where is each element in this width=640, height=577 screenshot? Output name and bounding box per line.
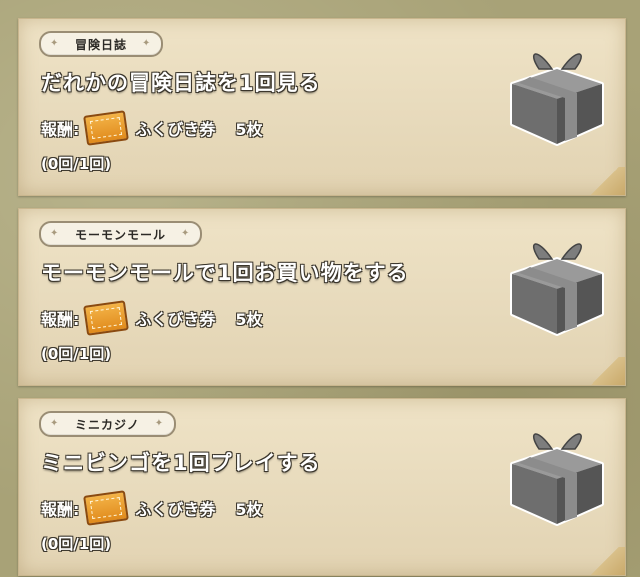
reward-row: 報酬: ふくびき券 5枚 — [41, 490, 263, 526]
gift-box-icon — [510, 243, 604, 336]
mission-card[interactable]: ✦ 冒険日誌 ✦ だれかの冒険日誌を1回見る 報酬: ふくびき券 5枚 (0回/… — [18, 18, 626, 196]
lottery-ticket-icon — [83, 110, 130, 146]
category-tag: ✦ モーモンモール ✦ — [39, 221, 203, 247]
mission-progress: (0回/1回) — [41, 535, 112, 553]
mission-card[interactable]: ✦ モーモンモール ✦ モーモンモールで1回お買い物をする 報酬: ふくびき券 … — [18, 208, 626, 386]
category-tag: ✦ ミニカジノ ✦ — [39, 411, 176, 437]
tag-ornament-icon: ✦ — [142, 38, 151, 49]
reward-item: ふくびき券 — [135, 120, 216, 139]
tag-ornament-icon: ✦ — [181, 228, 190, 239]
tag-ornament-icon: ✦ — [50, 38, 59, 49]
tag-ornament-icon: ✦ — [50, 418, 59, 429]
category-label: ミニカジノ — [75, 417, 140, 432]
category-label: モーモンモール — [75, 227, 167, 242]
mission-progress: (0回/1回) — [41, 345, 112, 363]
lottery-ticket-icon — [83, 300, 130, 336]
gift-box-icon — [510, 53, 604, 146]
reward-row: 報酬: ふくびき券 5枚 — [41, 110, 263, 146]
lottery-ticket-icon — [83, 490, 130, 526]
reward-quantity: 5枚 — [235, 500, 263, 519]
gift-box-icon — [510, 433, 604, 526]
mission-title: だれかの冒険日誌を1回見る — [41, 71, 321, 95]
reward-item: ふくびき券 — [135, 310, 216, 329]
reward-item: ふくびき券 — [135, 500, 216, 519]
category-tag: ✦ 冒険日誌 ✦ — [39, 31, 164, 57]
mission-progress: (0回/1回) — [41, 155, 112, 173]
reward-label: 報酬: — [41, 500, 80, 519]
reward-quantity: 5枚 — [235, 120, 263, 139]
mission-title: モーモンモールで1回お買い物をする — [41, 261, 409, 285]
reward-row: 報酬: ふくびき券 5枚 — [41, 300, 263, 336]
category-label: 冒険日誌 — [75, 37, 128, 52]
mission-card[interactable]: ✦ ミニカジノ ✦ ミニビンゴを1回プレイする 報酬: ふくびき券 5枚 (0回… — [18, 398, 626, 576]
reward-label: 報酬: — [41, 120, 80, 139]
tag-ornament-icon: ✦ — [154, 418, 164, 429]
mission-title: ミニビンゴを1回プレイする — [41, 451, 321, 475]
reward-quantity: 5枚 — [235, 310, 263, 329]
reward-label: 報酬: — [41, 310, 80, 329]
tag-ornament-icon: ✦ — [50, 228, 59, 239]
